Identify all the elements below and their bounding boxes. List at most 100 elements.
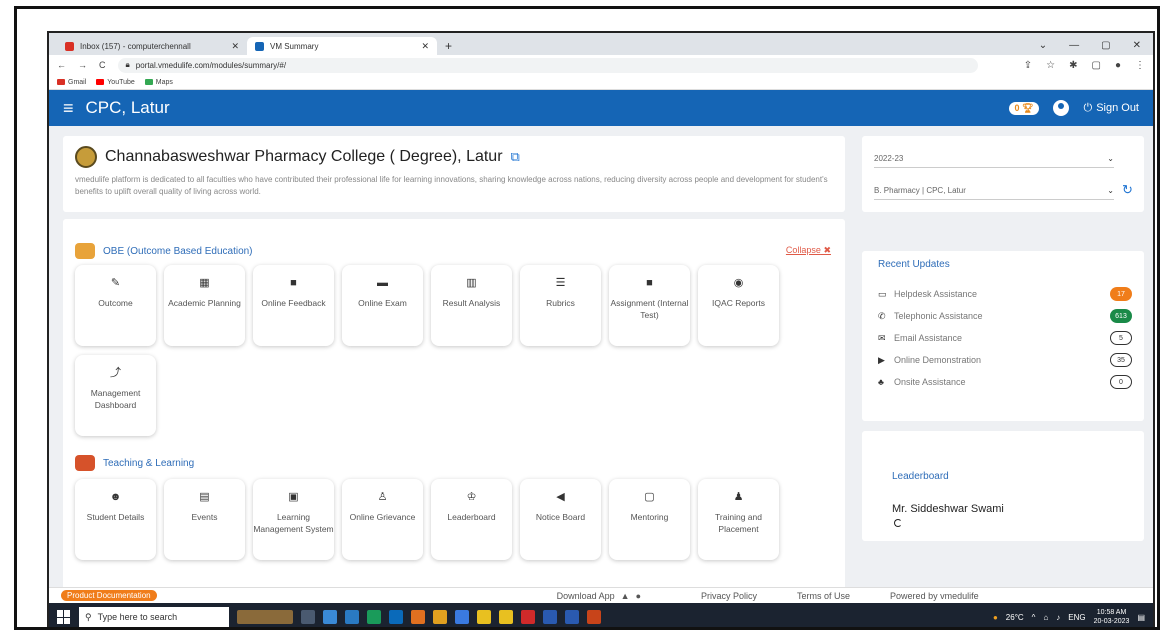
external-link-icon[interactable]: ⧉ <box>511 149 520 165</box>
chrome-icon[interactable] <box>455 610 469 624</box>
forward-icon[interactable]: → <box>78 60 87 70</box>
teaching-tiles-row: ☻ Student Details ▤ Events ▣ Learning Manag… <box>75 479 779 560</box>
edge-icon[interactable] <box>389 610 403 624</box>
task-view-icon[interactable] <box>301 610 315 624</box>
teaching-section-header: Teaching & Learning <box>75 455 194 471</box>
tile-training-placement[interactable]: ♟ Training and Placement <box>698 479 779 560</box>
taskbar-search[interactable]: ⚲ Type here to search <box>79 607 229 627</box>
tile-rubrics[interactable]: ☰ Rubrics <box>520 265 601 346</box>
menu-icon[interactable]: ⋮ <box>1135 60 1145 71</box>
tile-label: Academic Planning <box>168 298 241 308</box>
minimize-button[interactable]: — <box>1069 40 1079 51</box>
tile-events[interactable]: ▤ Events <box>164 479 245 560</box>
star-icon[interactable]: ☆ <box>1046 60 1055 71</box>
tile-leaderboard[interactable]: ♔ Leaderboard <box>431 479 512 560</box>
tile-assignment[interactable]: ■ Assignment (Internal Test) <box>609 265 690 346</box>
browser-tab-summary[interactable]: VM Summary ✕ <box>247 37 437 55</box>
close-window-button[interactable]: ✕ <box>1133 40 1141 51</box>
chevron-down-icon[interactable]: ⌄ <box>1039 40 1047 51</box>
app-icon[interactable] <box>367 610 381 624</box>
chrome-icon[interactable] <box>433 610 447 624</box>
year-value: 2022-23 <box>874 154 904 163</box>
user-account-icon[interactable] <box>1053 100 1070 116</box>
taskbar-clock[interactable]: 10:58 AM 20-03-2023 <box>1094 608 1130 626</box>
bookmark-youtube[interactable]: YouTube <box>96 79 135 86</box>
refresh-icon[interactable]: ↻ <box>1122 182 1133 198</box>
update-label: Telephonic Assistance <box>894 311 983 321</box>
word-icon[interactable] <box>543 610 557 624</box>
tile-student-details[interactable]: ☻ Student Details <box>75 479 156 560</box>
tile-notice-board[interactable]: ◀ Notice Board <box>520 479 601 560</box>
tile-iqac-reports[interactable]: ◉ IQAC Reports <box>698 265 779 346</box>
laptop-icon: ▬ <box>377 277 388 289</box>
language-indicator[interactable]: ENG <box>1068 613 1085 622</box>
sign-out-button[interactable]: ⏻ Sign Out <box>1083 102 1139 115</box>
collapse-button[interactable]: Collapse ✖ <box>786 245 831 256</box>
maximize-button[interactable]: ▢ <box>1101 40 1110 51</box>
tile-online-exam[interactable]: ▬ Online Exam <box>342 265 423 346</box>
update-online-demo[interactable]: ▶ Online Demonstration 35 <box>878 349 1132 371</box>
bookmark-label: YouTube <box>107 78 135 86</box>
notification-icon[interactable]: ▤ <box>1137 613 1145 622</box>
extensions-icon[interactable]: ✱ <box>1069 60 1077 71</box>
tile-label: Rubrics <box>546 298 575 308</box>
download-app-link[interactable]: Download App ▲ ● <box>557 591 641 601</box>
volume-icon[interactable]: ♪ <box>1056 613 1060 622</box>
update-onsite[interactable]: ♣ Onsite Assistance 0 <box>878 371 1132 393</box>
network-icon[interactable]: ⌂ <box>1043 613 1048 622</box>
tile-management-dashboard[interactable]: ⤴ Management Dashboard <box>75 355 156 436</box>
tile-mentoring[interactable]: ▢ Mentoring <box>609 479 690 560</box>
tile-academic-planning[interactable]: ▦ Academic Planning <box>164 265 245 346</box>
trophy-badge[interactable]: 0 🏆︎ <box>1008 101 1040 115</box>
bookmark-gmail[interactable]: Gmail <box>57 79 86 86</box>
tile-lms[interactable]: ▣ Learning Management System <box>253 479 334 560</box>
update-telephonic[interactable]: ✆ Telephonic Assistance 613 <box>878 305 1132 327</box>
updates-list: ▭ Helpdesk Assistance 17 ✆ Telephonic As… <box>878 283 1132 393</box>
privacy-policy-link[interactable]: Privacy Policy <box>701 591 757 601</box>
update-count-badge: 35 <box>1110 353 1132 367</box>
program-select[interactable]: B. Pharmacy | CPC, Latur ⌄ <box>874 182 1114 200</box>
sidepanel-icon[interactable]: ▢ <box>1092 60 1101 71</box>
word-icon[interactable] <box>565 610 579 624</box>
profile-icon[interactable]: ● <box>1115 60 1121 71</box>
reload-icon[interactable]: C <box>99 60 106 70</box>
taskbar-wallpaper-widget[interactable] <box>237 610 293 624</box>
chevron-up-icon[interactable]: ^ <box>1032 613 1036 622</box>
apple-icon[interactable]: ● <box>636 591 641 601</box>
tile-label: IQAC Reports <box>712 298 765 308</box>
app-icon[interactable] <box>345 610 359 624</box>
terms-of-use-link[interactable]: Terms of Use <box>797 591 850 601</box>
firefox-icon[interactable] <box>411 610 425 624</box>
tile-result-analysis[interactable]: ▥ Result Analysis <box>431 265 512 346</box>
graduation-icon <box>75 455 95 471</box>
bar-chart-icon: ▥ <box>466 277 477 289</box>
users-icon: ☻ <box>109 491 122 503</box>
android-icon[interactable]: ▲ <box>621 591 630 601</box>
screenshot-frame: Inbox (157) - computerchennall ✕ VM Summ… <box>14 6 1160 630</box>
share-icon[interactable]: ⇪ <box>1024 60 1032 71</box>
update-helpdesk[interactable]: ▭ Helpdesk Assistance 17 <box>878 283 1132 305</box>
windows-start-icon[interactable] <box>57 610 71 624</box>
hamburger-menu-icon[interactable]: ≡ <box>63 98 74 119</box>
bookmark-maps[interactable]: Maps <box>144 79 173 86</box>
new-tab-button[interactable]: + <box>445 39 452 53</box>
address-bar[interactable]: 🔒︎ portal.vmedulife.com/modules/summary/… <box>117 57 978 73</box>
weather-icon: ● <box>992 612 998 622</box>
back-icon[interactable]: ← <box>57 60 66 70</box>
year-select[interactable]: 2022-23 ⌄ <box>874 150 1114 168</box>
app-icon[interactable] <box>521 610 535 624</box>
powerpoint-icon[interactable] <box>587 610 601 624</box>
folder-icon[interactable] <box>499 610 513 624</box>
app-icon[interactable] <box>323 610 337 624</box>
chevron-down-icon: ⌄ <box>1107 154 1114 163</box>
product-documentation-button[interactable]: Product Documentation <box>61 590 157 601</box>
close-tab-icon[interactable]: ✕ <box>231 41 239 52</box>
tile-outcome[interactable]: ✎ Outcome <box>75 265 156 346</box>
browser-tab-inbox[interactable]: Inbox (157) - computerchennall ✕ <box>57 37 247 55</box>
folder-icon[interactable] <box>477 610 491 624</box>
tile-online-feedback[interactable]: ■ Online Feedback <box>253 265 334 346</box>
close-tab-icon[interactable]: ✕ <box>421 41 429 52</box>
tile-online-grievance[interactable]: ♙ Online Grievance <box>342 479 423 560</box>
monitor-icon: ▭ <box>878 288 887 299</box>
update-email[interactable]: ✉ Email Assistance 5 <box>878 327 1132 349</box>
